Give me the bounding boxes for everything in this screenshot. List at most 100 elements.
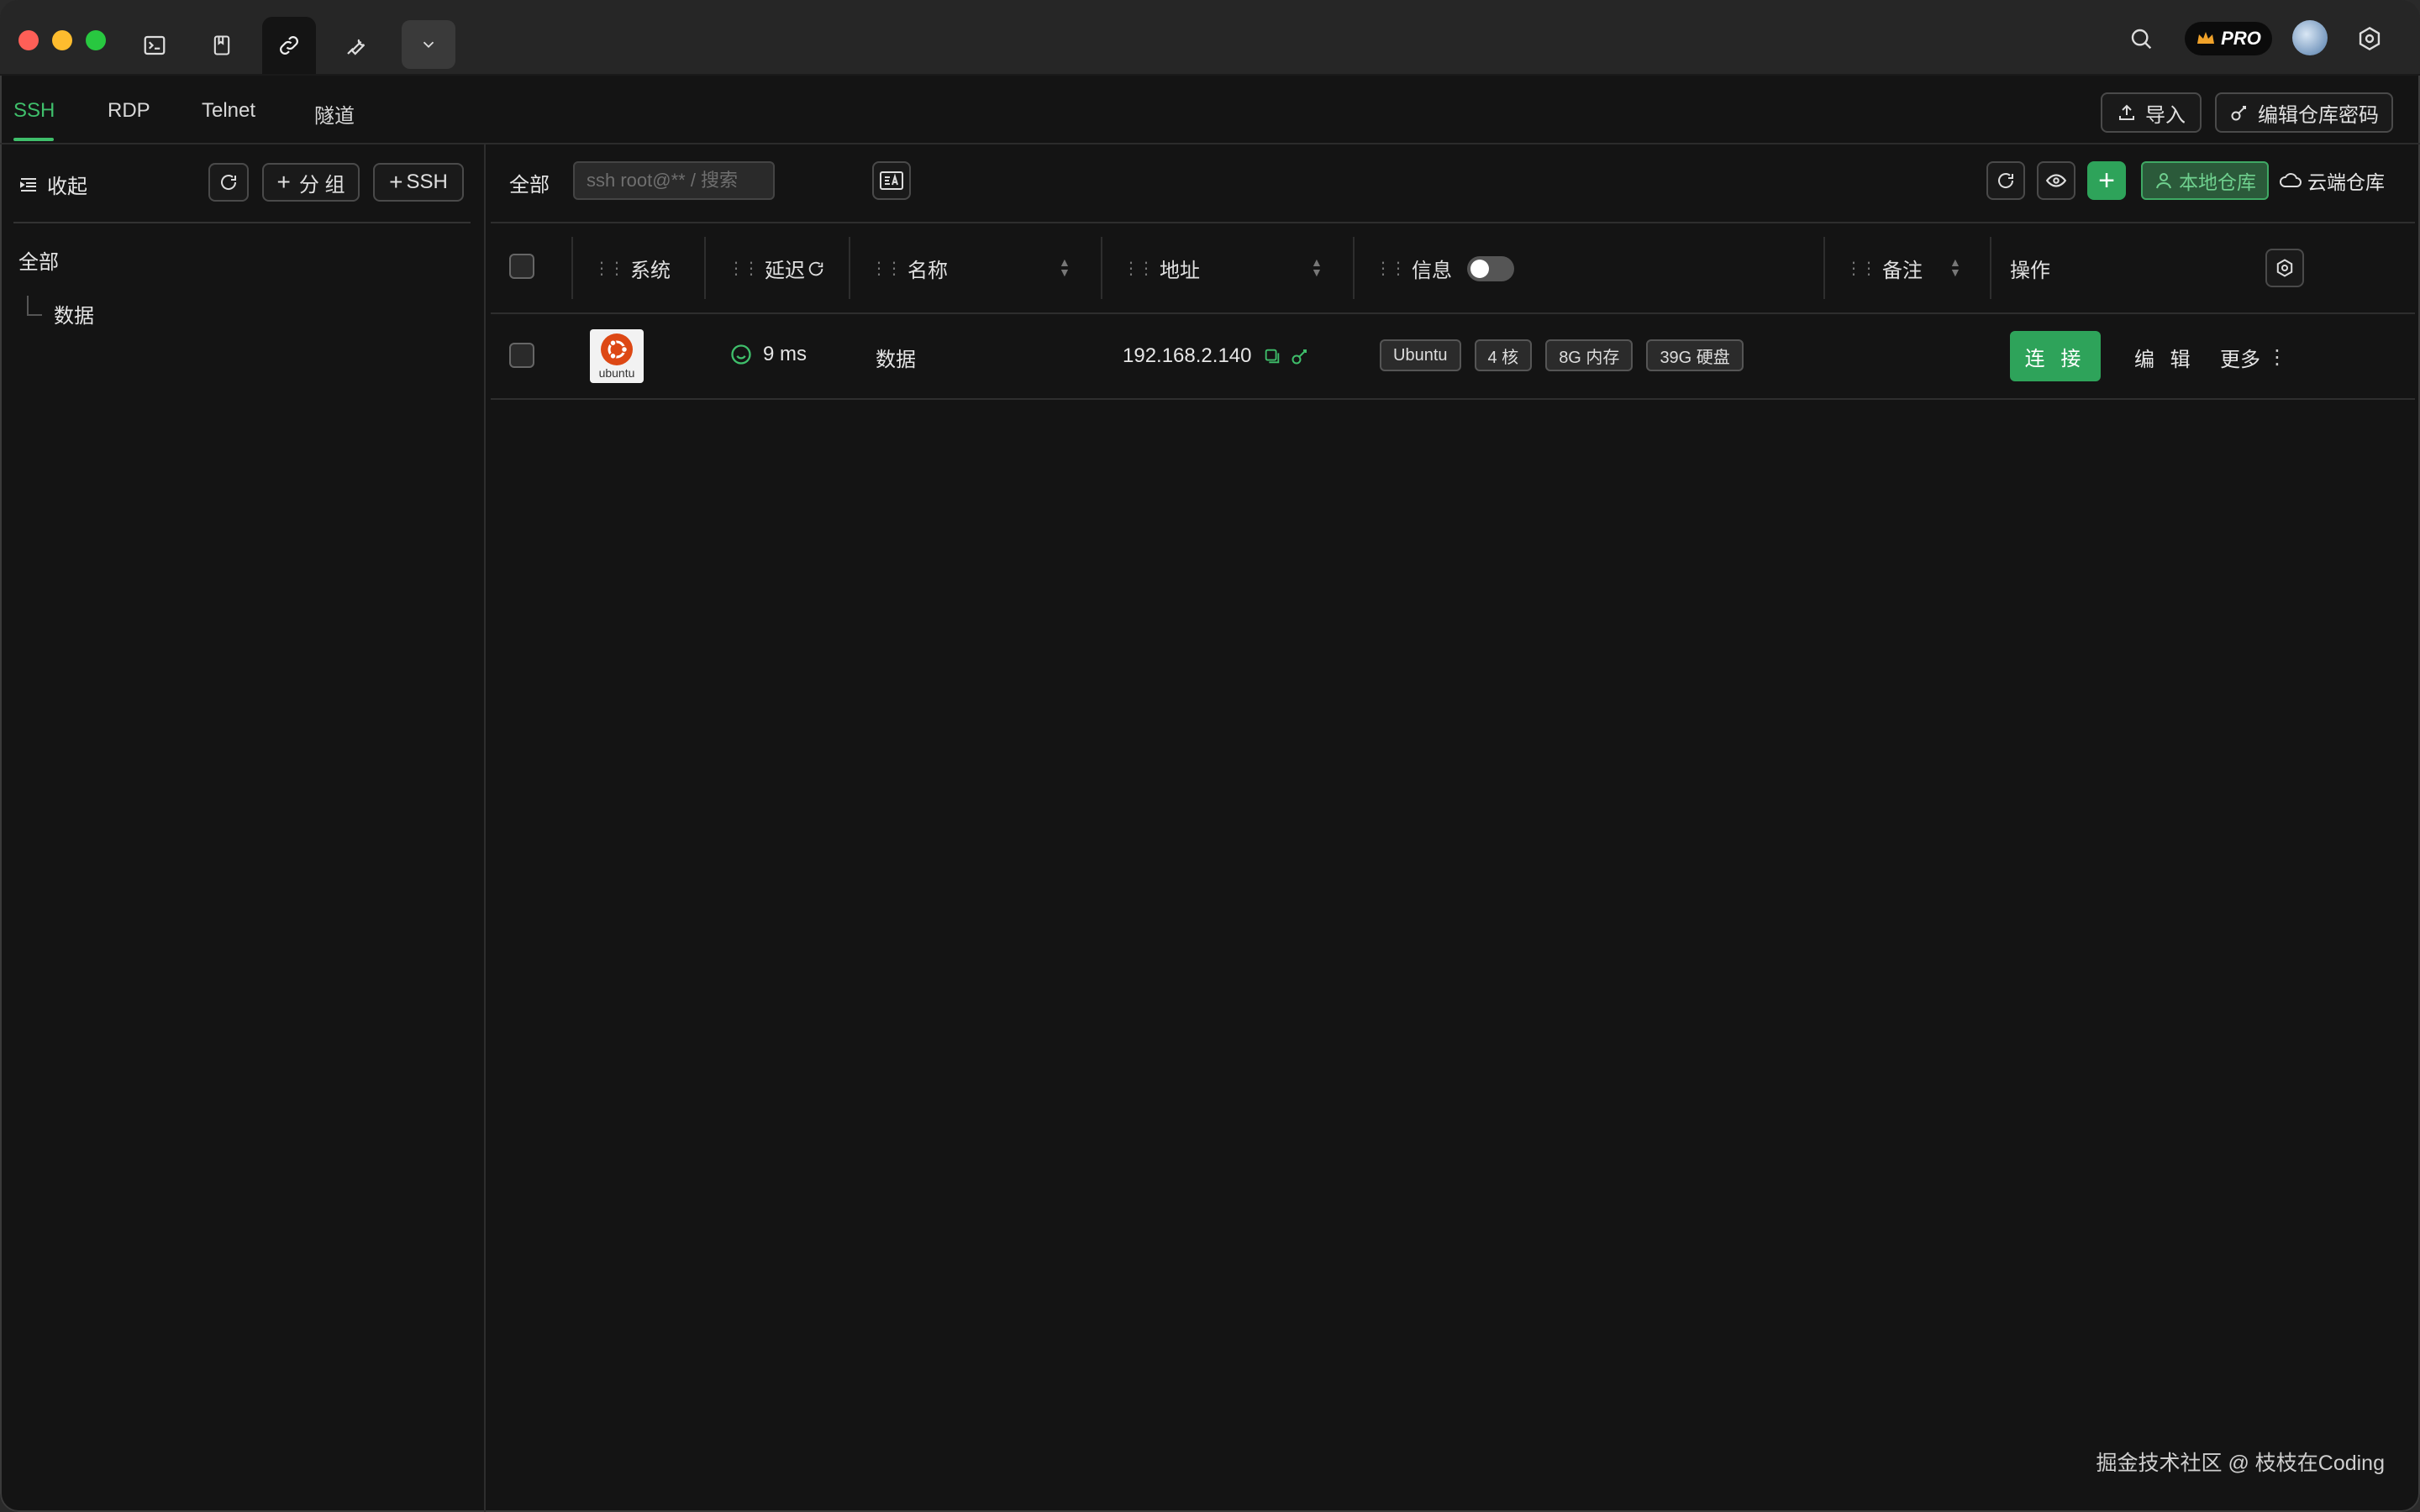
add-group-button[interactable]: + 分 组 [262, 163, 360, 202]
upload-icon [2119, 104, 2134, 120]
tree-item-data[interactable]: 数据 [54, 299, 94, 328]
add-ssh-button[interactable]: + SSH [373, 163, 464, 202]
gear-icon [2276, 259, 2293, 277]
crown-icon [2197, 32, 2215, 44]
link-icon [280, 36, 298, 55]
drag-handle-icon[interactable]: ⋮⋮ [593, 258, 625, 279]
info-cell: Ubuntu 4 核 8G 内存 39G 硬盘 [1380, 339, 1744, 371]
tree-item-all[interactable]: 全部 [18, 245, 59, 275]
search-input[interactable] [573, 161, 775, 200]
more-vertical-icon: ⋮ [2267, 346, 2287, 369]
settings-button[interactable] [2353, 18, 2386, 59]
memory-tag: 8G 内存 [1545, 339, 1634, 371]
cloud-icon [2280, 173, 2302, 187]
user-icon [2156, 173, 2171, 189]
gear-icon [2359, 26, 2381, 51]
column-divider [1990, 237, 1991, 299]
column-header-name[interactable]: ⋮⋮ 名称 [871, 254, 948, 283]
drag-handle-icon[interactable]: ⋮⋮ [1375, 258, 1407, 279]
plus-icon: + [2098, 165, 2115, 197]
more-button[interactable]: 更多 ⋮ [2220, 343, 2287, 372]
sort-icon[interactable]: ▲ ▼ [1949, 256, 1961, 278]
column-settings-button[interactable] [2265, 249, 2304, 287]
drag-handle-icon[interactable]: ⋮⋮ [1845, 258, 1877, 279]
drag-handle-icon[interactable]: ⋮⋮ [871, 258, 902, 279]
text-search-icon [880, 171, 903, 190]
tree-connector [27, 296, 42, 316]
tab-rdp[interactable]: RDP [108, 99, 150, 123]
pro-label: PRO [2221, 28, 2261, 49]
sort-icon[interactable]: ▲ ▼ [1059, 256, 1071, 278]
tab-connections[interactable] [262, 17, 316, 74]
tab-terminal[interactable] [128, 18, 182, 72]
tab-ssh[interactable]: SSH [13, 99, 55, 123]
plus-icon: + [389, 169, 403, 195]
local-vault-button[interactable]: 本地仓库 [2141, 161, 2269, 200]
drag-handle-icon[interactable]: ⋮⋮ [728, 258, 760, 279]
info-header-label: 信息 [1412, 260, 1452, 282]
column-header-address[interactable]: ⋮⋮ 地址 [1123, 254, 1200, 283]
column-divider [1823, 237, 1825, 299]
ubuntu-logo: ubuntu [590, 329, 644, 383]
app-window: PRO SSH RDP Telnet 隧道 导入 编辑仓库密码 收起 + 分 组… [0, 0, 2420, 1512]
avatar[interactable] [2292, 20, 2328, 55]
column-header-system[interactable]: ⋮⋮ 系统 [593, 254, 671, 283]
pro-badge[interactable]: PRO [2185, 22, 2272, 55]
latency-good-icon [731, 344, 751, 365]
collapse-list-icon [20, 177, 36, 192]
tab-tools[interactable] [329, 18, 383, 72]
cloud-vault-label: 云端仓库 [2307, 171, 2385, 193]
zoom-window-button[interactable] [86, 30, 106, 50]
os-tag: Ubuntu [1380, 339, 1461, 371]
minimize-window-button[interactable] [52, 30, 72, 50]
wrench-icon [347, 39, 366, 55]
tabs-dropdown-button[interactable] [402, 20, 455, 69]
column-divider [849, 237, 850, 299]
latency-header-label: 延迟 [765, 260, 805, 282]
collapse-label: 收起 [47, 176, 87, 198]
close-window-button[interactable] [18, 30, 39, 50]
column-header-info[interactable]: ⋮⋮ 信息 [1375, 254, 1514, 283]
refresh-icon [221, 175, 237, 190]
toggle-visibility-button[interactable] [2037, 161, 2075, 200]
cloud-vault-button[interactable]: 云端仓库 [2279, 161, 2385, 200]
more-label: 更多 [2220, 349, 2260, 371]
latency-cell: 9 ms [729, 343, 807, 366]
cpu-tag: 4 核 [1474, 339, 1533, 371]
terminal-icon [144, 35, 166, 55]
add-host-button[interactable]: + [2087, 161, 2126, 200]
column-header-note[interactable]: ⋮⋮ 备注 [1845, 254, 1923, 283]
tab-files[interactable] [195, 18, 249, 72]
refresh-groups-button[interactable] [208, 163, 249, 202]
info-toggle[interactable] [1467, 255, 1514, 281]
chevron-down-icon [423, 41, 434, 49]
connect-button[interactable]: 连 接 [2010, 331, 2101, 381]
drag-handle-icon[interactable]: ⋮⋮ [1123, 258, 1155, 279]
refresh-latency-icon[interactable] [807, 260, 825, 278]
eye-icon [2045, 174, 2067, 187]
copy-icon[interactable] [1263, 347, 1281, 365]
table-row[interactable]: ubuntu 9 ms 数据 192.168.2.140 Ubuntu 4 核 [491, 312, 2415, 400]
add-ssh-label: SSH [406, 171, 448, 193]
select-all-checkbox[interactable] [509, 254, 534, 279]
system-header-label: 系统 [630, 260, 671, 282]
import-button[interactable]: 导入 [2101, 92, 2202, 133]
refresh-button[interactable] [1986, 161, 2025, 200]
tab-telnet[interactable]: Telnet [202, 99, 255, 123]
tab-tunnel[interactable]: 隧道 [314, 99, 355, 129]
name-header-label: 名称 [908, 260, 948, 282]
latency-value: 9 ms [763, 343, 808, 365]
name-cell: 数据 [876, 343, 916, 372]
bookmark-icon [213, 35, 230, 55]
column-divider [1353, 237, 1355, 299]
key-icon[interactable] [1290, 346, 1310, 366]
row-checkbox[interactable] [509, 343, 534, 368]
search-mode-button[interactable] [872, 161, 911, 200]
collapse-sidebar-button[interactable]: 收起 [18, 170, 87, 199]
edit-button[interactable]: 编 辑 [2134, 343, 2196, 372]
edit-vault-password-button[interactable]: 编辑仓库密码 [2215, 92, 2393, 133]
global-search-button[interactable] [2126, 18, 2156, 59]
column-header-latency[interactable]: ⋮⋮ 延迟 [728, 254, 825, 283]
import-label: 导入 [2145, 103, 2186, 127]
sort-icon[interactable]: ▲ ▼ [1311, 256, 1323, 278]
